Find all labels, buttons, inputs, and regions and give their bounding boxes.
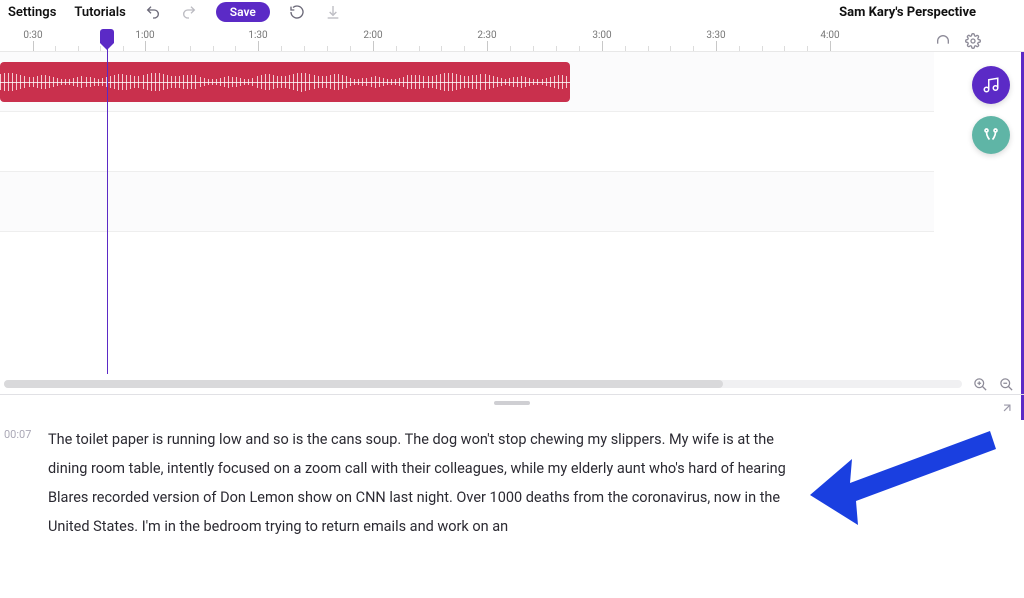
horizontal-scrollbar[interactable] <box>4 380 962 388</box>
expand-icon[interactable] <box>1000 401 1014 415</box>
project-title: Sam Kary's Perspective <box>839 5 976 20</box>
undo-icon[interactable] <box>144 3 162 21</box>
redo-icon[interactable] <box>180 3 198 21</box>
playhead[interactable] <box>107 30 108 374</box>
side-fabs <box>972 66 1010 154</box>
settings-link[interactable]: Settings <box>8 5 56 20</box>
tutorials-link[interactable]: Tutorials <box>74 5 125 20</box>
timeline-ruler[interactable]: 0:30 1:00 1:30 2:00 2:30 3:00 3:30 4:00 <box>0 30 1024 52</box>
download-icon[interactable] <box>324 3 342 21</box>
transcript-pane: 00:07 The toilet paper is running low an… <box>0 394 1024 598</box>
ruler-right-icons <box>934 32 982 50</box>
zoom-in-icon[interactable] <box>972 376 988 392</box>
pane-resize-handle[interactable] <box>494 401 530 405</box>
snap-icon[interactable] <box>934 32 952 50</box>
transcript-text[interactable]: The toilet paper is running low and so i… <box>48 425 808 541</box>
ruler-label: 0:30 <box>23 30 42 41</box>
ruler-label: 3:30 <box>706 30 725 41</box>
track-2[interactable] <box>0 112 934 172</box>
collaborators-fab[interactable] <box>972 116 1010 154</box>
gear-icon[interactable] <box>964 32 982 50</box>
ruler-label: 2:30 <box>477 30 496 41</box>
playhead-handle[interactable] <box>100 29 114 43</box>
top-toolbar: Settings Tutorials Save Sam Kary's Persp… <box>0 0 1024 24</box>
tracks-container <box>0 52 934 374</box>
track-3[interactable] <box>0 172 934 232</box>
music-fab[interactable] <box>972 66 1010 104</box>
transcript-timestamp[interactable]: 00:07 <box>4 425 36 541</box>
timeline-area[interactable] <box>0 52 1024 374</box>
save-button[interactable]: Save <box>216 2 270 22</box>
zoom-out-icon[interactable] <box>998 376 1014 392</box>
audio-clip[interactable] <box>0 62 570 102</box>
ruler-label: 4:00 <box>820 30 839 41</box>
track-1[interactable] <box>0 52 934 112</box>
ruler-label: 1:30 <box>248 30 267 41</box>
ruler-label: 3:00 <box>592 30 611 41</box>
revert-icon[interactable] <box>288 3 306 21</box>
track-4[interactable] <box>0 232 934 292</box>
ruler-label: 2:00 <box>363 30 382 41</box>
horizontal-scroll-row <box>0 374 1024 394</box>
horizontal-scroll-thumb[interactable] <box>4 380 723 388</box>
ruler-label: 1:00 <box>135 30 154 41</box>
